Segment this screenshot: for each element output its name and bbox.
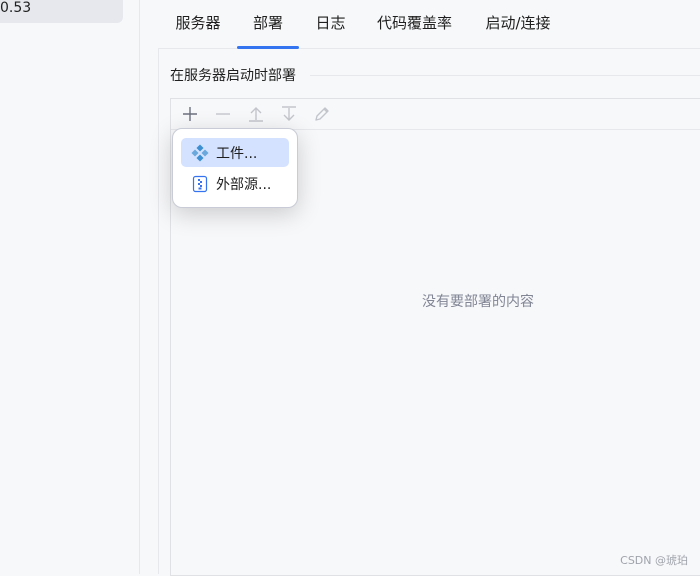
tab-logs[interactable]: 日志 xyxy=(315,12,346,48)
plus-icon xyxy=(183,107,197,121)
section-separator xyxy=(310,75,700,76)
tab-code-coverage[interactable]: 代码覆盖率 xyxy=(376,12,453,48)
move-up-button[interactable] xyxy=(243,101,269,127)
watermark: CSDN @琥珀 xyxy=(620,554,688,567)
content-divider xyxy=(158,48,159,574)
pencil-icon xyxy=(315,107,329,121)
add-popup-menu: 工件... 外部源... xyxy=(172,128,298,208)
arrow-up-icon xyxy=(249,107,263,122)
tab-bar: 服务器 部署 日志 代码覆盖率 启动/连接 xyxy=(158,0,700,49)
remove-button[interactable] xyxy=(210,101,236,127)
left-list-item[interactable]: 0.53 xyxy=(0,0,123,23)
section-title: 在服务器启动时部署 xyxy=(170,68,296,84)
menu-item-label: 外部源... xyxy=(216,176,272,193)
menu-item-label: 工件... xyxy=(216,145,258,162)
left-panel: 0.53 xyxy=(0,0,140,574)
left-list-item-label: 0.53 xyxy=(0,0,32,16)
minus-icon xyxy=(216,113,230,115)
menu-item-external-source[interactable]: 外部源... xyxy=(181,169,289,198)
empty-state-text: 没有要部署的内容 xyxy=(422,294,534,310)
arrow-down-icon xyxy=(282,106,296,121)
artifact-icon xyxy=(191,143,209,162)
deployment-toolbar xyxy=(171,99,700,130)
tab-deployment[interactable]: 部署 xyxy=(237,12,299,49)
edit-button[interactable] xyxy=(309,101,335,127)
external-source-icon xyxy=(191,175,209,193)
move-down-button[interactable] xyxy=(276,101,302,127)
tab-servers[interactable]: 服务器 xyxy=(175,12,221,48)
add-button[interactable] xyxy=(177,101,203,127)
tab-startup-connection[interactable]: 启动/连接 xyxy=(484,12,552,48)
menu-item-artifact[interactable]: 工件... xyxy=(181,138,289,167)
